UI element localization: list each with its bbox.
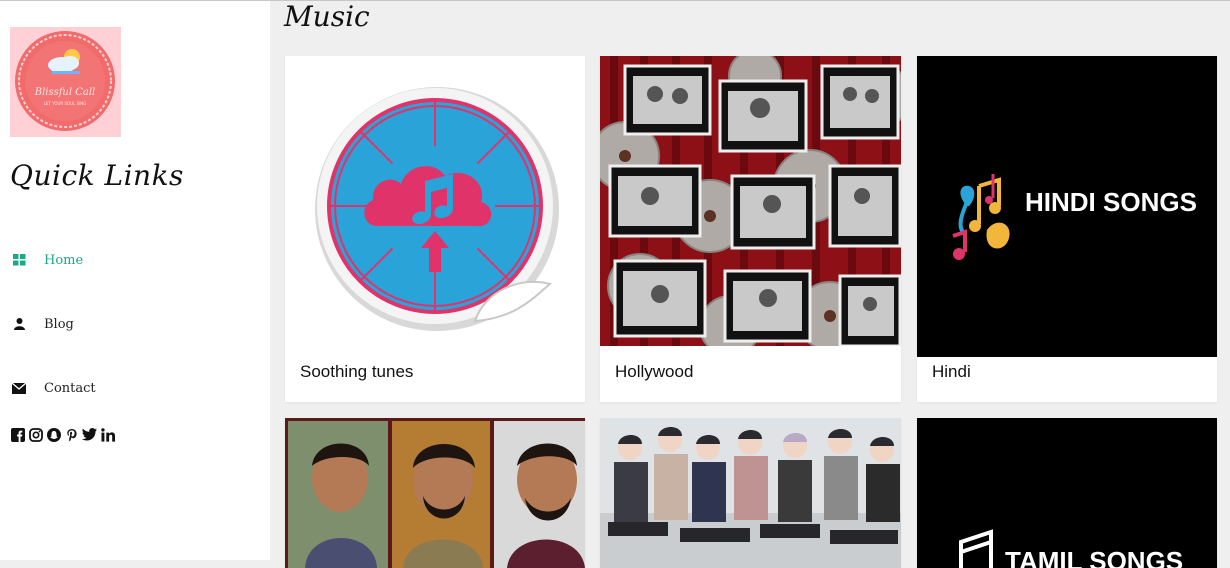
music-card-label: Hollywood — [615, 362, 694, 381]
envelope-icon — [12, 381, 26, 395]
sidebar: Blissful Call LET YOUR SOUL SING Quick L… — [0, 1, 270, 560]
music-card-band[interactable] — [600, 418, 901, 568]
tamil-songs-banner: TAMIL SONGS — [917, 418, 1217, 568]
nav-contact[interactable]: Contact — [12, 377, 96, 399]
singers-portraits — [285, 418, 585, 568]
music-card-label: Soothing tunes — [300, 362, 414, 381]
music-sticker-icon — [315, 87, 559, 331]
music-card-soothing-tunes[interactable]: Soothing tunes — [285, 56, 585, 402]
film-reels-collage — [600, 56, 901, 346]
user-icon — [12, 317, 26, 331]
site-logo[interactable]: Blissful Call LET YOUR SOUL SING — [10, 27, 121, 137]
social-links — [10, 427, 115, 442]
page-title: Music — [284, 0, 370, 33]
quick-links-title: Quick Links — [10, 159, 184, 192]
music-card-tamil[interactable]: TAMIL SONGS — [917, 418, 1217, 568]
logo-tagline-text: LET YOUR SOUL SING — [44, 101, 87, 106]
grid-icon — [12, 253, 26, 267]
nav-home-label: Home — [44, 252, 84, 268]
music-card-singers[interactable] — [285, 418, 585, 568]
music-card-label: Hindi — [932, 362, 971, 381]
logo-brand-text: Blissful Call — [34, 87, 96, 98]
facebook-icon[interactable] — [10, 427, 25, 442]
instagram-icon[interactable] — [28, 427, 43, 442]
snapchat-icon[interactable] — [46, 427, 61, 442]
nav-blog[interactable]: Blog — [12, 313, 74, 335]
music-card-hindi[interactable]: HINDI SONGS Hindi — [917, 56, 1217, 402]
music-card-hollywood[interactable]: Hollywood — [600, 56, 901, 402]
nav-blog-label: Blog — [44, 316, 74, 332]
hindi-songs-banner: HINDI SONGS — [917, 56, 1217, 357]
pinterest-icon[interactable] — [64, 427, 79, 442]
nav-home[interactable]: Home — [12, 249, 83, 271]
banner-title-text: HINDI SONGS — [1025, 187, 1197, 217]
nav-contact-label: Contact — [44, 380, 96, 396]
linkedin-icon[interactable] — [100, 427, 115, 442]
band-photo — [600, 418, 901, 568]
banner-title-text: TAMIL SONGS — [1005, 546, 1183, 568]
twitter-icon[interactable] — [82, 427, 97, 442]
